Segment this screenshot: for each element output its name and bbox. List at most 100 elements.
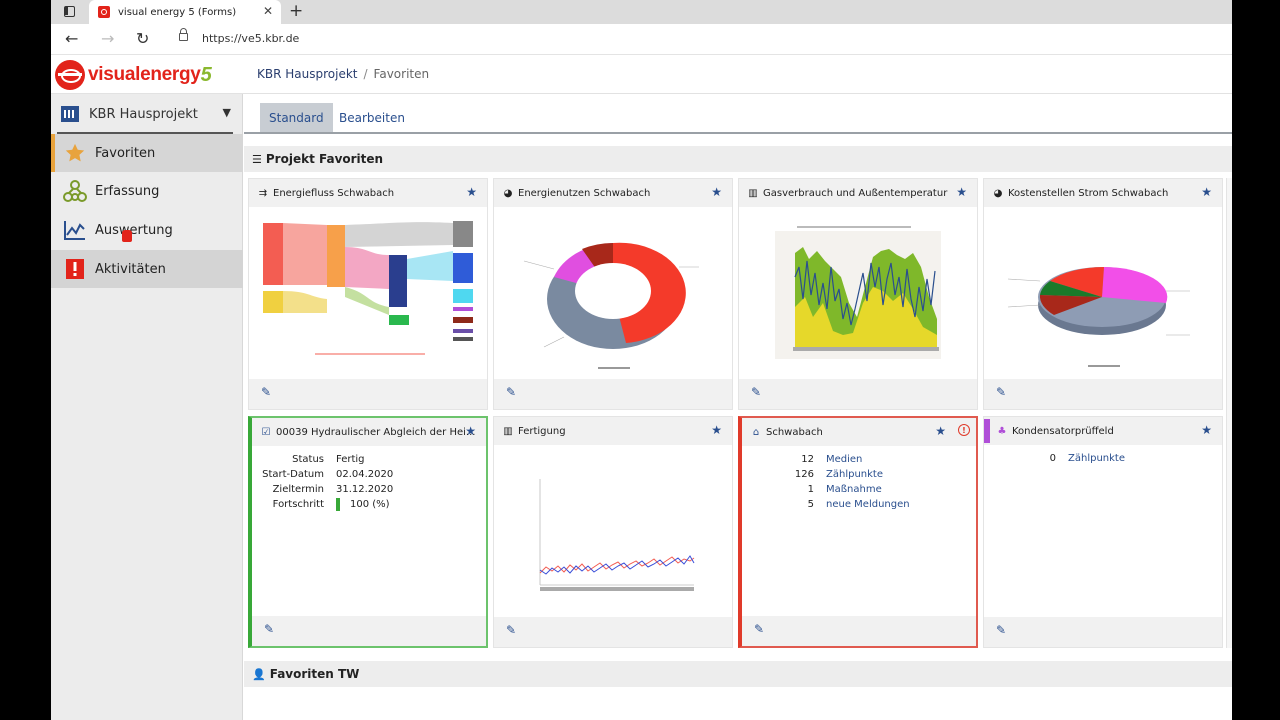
sidebar-item-erfassung[interactable]: Erfassung (51, 172, 243, 210)
url-field[interactable]: https://ve5.kbr.de (202, 32, 299, 45)
sankey-thumbnail[interactable] (249, 207, 487, 379)
card-header[interactable]: ⇉ Energiefluss Schwabach ★ (249, 179, 487, 207)
forward-icon[interactable]: → (101, 29, 114, 48)
edit-pencil-icon[interactable]: ✎ (506, 623, 516, 637)
browser-tabbar: visual energy 5 (Forms) ✕ + (51, 0, 1232, 24)
card-header[interactable]: ▥ Gasverbrauch und Außentemperatur ★ (739, 179, 977, 207)
start-date-label: Start-Datum (262, 469, 324, 480)
bar-chart-icon: ▥ (503, 425, 513, 437)
cursor-hand-icon (122, 230, 132, 242)
user-icon: 👤 (252, 667, 266, 681)
card-header[interactable]: ▥ Fertigung ★ (494, 417, 732, 445)
count-link-massnahme[interactable]: Maßnahme (826, 484, 882, 495)
card-header[interactable]: ☑ 00039 Hydraulischer Abgleich der Hei..… (252, 418, 486, 446)
project-selector[interactable]: KBR Hausprojekt ▼ (51, 94, 243, 134)
pie-thumbnail[interactable] (984, 207, 1222, 379)
card-footer: ✎ (494, 379, 732, 409)
star-icon[interactable]: ★ (956, 185, 967, 199)
card-footer: ✎ (984, 379, 1222, 409)
next-card-edge (1226, 178, 1232, 648)
edit-pencil-icon[interactable]: ✎ (264, 622, 274, 636)
chevron-down-icon[interactable]: ▼ (223, 106, 231, 119)
count-value: 5 (807, 499, 814, 510)
favorite-card: ⇉ Energiefluss Schwabach ★ ✎ (248, 178, 488, 410)
screen: visual energy 5 (Forms) ✕ + ← → ↻ https:… (51, 0, 1232, 720)
count-link-meldungen[interactable]: neue Meldungen (826, 499, 910, 510)
window-menu-icon[interactable] (64, 6, 75, 17)
progress-bar (336, 498, 340, 511)
due-date-label: Zieltermin (272, 484, 324, 495)
count-link-zaehlpunkte[interactable]: Zählpunkte (1068, 453, 1125, 464)
card-title: Energiefluss Schwabach (273, 187, 395, 199)
donut-thumbnail[interactable] (494, 207, 732, 379)
breadcrumb-project[interactable]: KBR Hausprojekt (257, 67, 358, 81)
purple-marker (984, 419, 990, 443)
project-name: KBR Hausprojekt (89, 106, 198, 122)
star-icon[interactable]: ★ (711, 185, 722, 199)
close-tab-icon[interactable]: ✕ (263, 4, 273, 18)
task-icon: ☑ (261, 426, 271, 438)
lock-icon (179, 28, 188, 41)
task-card: ☑ 00039 Hydraulischer Abgleich der Hei..… (248, 416, 488, 648)
edit-pencil-icon[interactable]: ✎ (996, 623, 1006, 637)
favorite-card: ◕ Kostenstellen Strom Schwabach ★ ✎ (983, 178, 1223, 410)
alert-icon (63, 257, 87, 281)
star-icon[interactable]: ★ (711, 423, 722, 437)
browser-tab-title: visual energy 5 (Forms) (118, 6, 237, 18)
card-header[interactable]: ◕ Kostenstellen Strom Schwabach ★ (984, 179, 1222, 207)
star-icon[interactable]: ★ (1201, 185, 1212, 199)
star-icon[interactable]: ★ (935, 424, 946, 438)
star-icon[interactable]: ★ (465, 424, 476, 438)
status-label: Status (292, 454, 324, 465)
location-counts: 0 Zählpunkte (984, 445, 1222, 617)
section-projekt-favoriten: ☰ Projekt Favoriten (244, 146, 1232, 172)
edit-pencil-icon[interactable]: ✎ (754, 622, 764, 636)
edit-pencil-icon[interactable]: ✎ (996, 385, 1006, 399)
tab-standard[interactable]: Standard (260, 103, 333, 132)
sidebar-item-favoriten[interactable]: Favoriten (51, 134, 243, 172)
edit-pencil-icon[interactable]: ✎ (506, 385, 516, 399)
section-title: Favoriten TW (269, 667, 360, 681)
favorite-card: ▥ Gasverbrauch und Außentemperatur ★ ✎ (738, 178, 978, 410)
card-header[interactable]: ◕ Energienutzen Schwabach ★ (494, 179, 732, 207)
edit-pencil-icon[interactable]: ✎ (261, 385, 271, 399)
count-value: 126 (794, 469, 814, 480)
status-value: Fertig (336, 454, 365, 465)
count-link-zaehlpunkte[interactable]: Zählpunkte (826, 469, 883, 480)
browser-tab[interactable]: visual energy 5 (Forms) ✕ (89, 0, 281, 24)
count-value: 1 (807, 484, 814, 495)
breadcrumb-current: Favoriten (373, 67, 430, 81)
edit-pencil-icon[interactable]: ✎ (751, 385, 761, 399)
fertigung-chart-thumbnail[interactable] (494, 445, 732, 617)
new-tab-icon[interactable]: + (289, 1, 303, 21)
star-icon[interactable]: ★ (466, 185, 477, 199)
logo-number: 5 (200, 63, 212, 86)
card-title: Energienutzen Schwabach (518, 187, 651, 199)
tab-bearbeiten[interactable]: Bearbeiten (330, 103, 414, 132)
card-footer: ✎ (249, 379, 487, 409)
card-footer: ✎ (252, 616, 486, 646)
sidebar-item-aktivitaeten[interactable]: Aktivitäten (51, 250, 243, 288)
card-header[interactable]: ⌂ Schwabach ★ ! (742, 418, 976, 446)
logo[interactable]: visualenergy 5 (55, 60, 212, 90)
pie-icon: ◕ (993, 187, 1003, 199)
sidebar-item-label: Aktivitäten (95, 261, 166, 277)
back-icon[interactable]: ← (65, 29, 78, 48)
card-title: Schwabach (766, 426, 823, 438)
count-link-medien[interactable]: Medien (826, 454, 862, 465)
count-value: 0 (1049, 453, 1056, 464)
star-icon (63, 141, 87, 165)
sidebar-item-auswertung[interactable]: Auswertung (51, 211, 243, 249)
favicon-icon (98, 6, 110, 18)
gas-chart-thumbnail[interactable] (739, 207, 977, 379)
card-footer: ✎ (739, 379, 977, 409)
card-footer: ✎ (494, 617, 732, 647)
favorite-card: ◕ Energienutzen Schwabach ★ ✎ (493, 178, 733, 410)
task-details: Status Fertig Start-Datum 02.04.2020 Zielt… (252, 446, 486, 618)
star-icon[interactable]: ★ (1201, 423, 1212, 437)
reload-icon[interactable]: ↻ (136, 29, 149, 48)
app-header: visualenergy 5 KBR Hausprojekt / Favoriten (51, 55, 1232, 94)
warning-icon[interactable]: ! (958, 424, 970, 436)
favorite-card: ▥ Fertigung ★ ✎ (493, 416, 733, 648)
card-header[interactable]: ♣ Kondensatorprüffeld ★ (984, 417, 1222, 445)
